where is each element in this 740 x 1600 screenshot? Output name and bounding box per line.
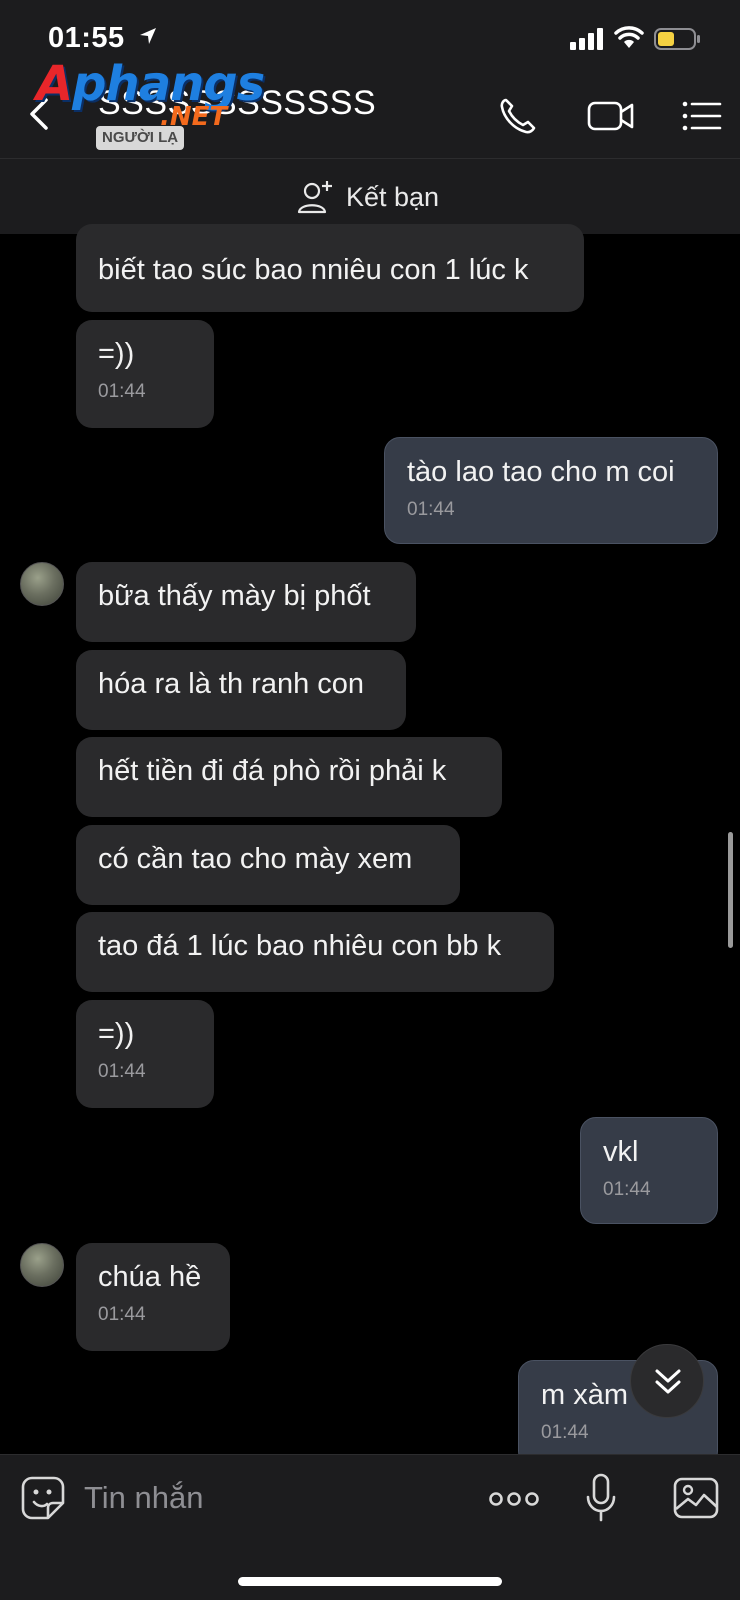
message-incoming[interactable]: =)) 01:44 [76,1000,214,1108]
microphone-icon[interactable] [584,1473,618,1523]
message-incoming[interactable]: biết tao súc bao nniêu con 1 lúc k [76,224,584,312]
wifi-icon [614,26,644,48]
signal-icon [570,28,603,50]
location-arrow-icon [140,28,156,44]
avatar[interactable] [20,562,64,606]
message-text: chúa hề [98,1261,202,1293]
message-text: hết tiền đi đá phò rồi phải k [98,755,447,787]
add-friend-bar[interactable]: Kết bạn [0,158,740,234]
scrollbar[interactable] [728,832,733,948]
add-friend-button[interactable]: Kết bạn [296,177,439,217]
double-chevron-down-icon [655,1369,681,1394]
message-incoming[interactable]: chúa hề 01:44 [76,1243,230,1351]
message-incoming[interactable]: bữa thấy mày bị phốt [76,562,416,642]
watermark-logo: Aphangs .NET [36,56,265,148]
message-input[interactable] [84,1473,464,1523]
message-time: 01:44 [541,1422,589,1443]
phone-icon[interactable] [496,94,540,138]
message-text: hóa ra là th ranh con [98,668,365,700]
message-text: tào lao tao cho m coi [407,456,675,488]
home-indicator [238,1577,502,1586]
message-time: 01:44 [407,499,455,520]
watermark-brand: Aphangs [36,56,265,112]
message-incoming[interactable]: =)) 01:44 [76,320,214,428]
message-text: vkl [603,1136,639,1168]
list-menu-icon[interactable] [680,94,724,138]
more-dots-icon[interactable] [488,1479,540,1519]
message-text: biết tao súc bao nniêu con 1 lúc k [98,254,529,286]
sticker-smile-icon[interactable] [20,1475,66,1521]
message-text: có cần tao cho mày xem [98,843,413,875]
watermark-suffix: .NET [160,102,228,132]
message-text: m xàm [541,1379,628,1411]
jump-to-latest-button[interactable] [630,1344,704,1418]
add-friend-label: Kết bạn [346,181,440,212]
message-incoming[interactable]: hóa ra là th ranh con [76,650,406,730]
message-text: tao đá 1 lúc bao nhiêu con bb k [98,930,502,962]
message-text: =)) [98,1018,135,1050]
message-time: 01:44 [98,1304,146,1325]
message-outgoing[interactable]: tào lao tao cho m coi 01:44 [384,437,718,544]
message-time: 01:44 [98,381,146,402]
message-incoming[interactable]: hết tiền đi đá phò rồi phải k [76,737,502,817]
status-time: 01:55 [48,22,125,54]
battery-icon [654,28,700,50]
message-input-bar [0,1454,740,1600]
message-text: bữa thấy mày bị phốt [98,580,371,612]
message-outgoing[interactable]: vkl 01:44 [580,1117,718,1224]
message-text: =)) [98,338,135,370]
avatar[interactable] [20,1243,64,1287]
video-camera-icon[interactable] [586,94,636,138]
message-time: 01:44 [603,1179,651,1200]
message-time: 01:44 [98,1061,146,1082]
message-incoming[interactable]: có cần tao cho mày xem [76,825,460,905]
message-incoming[interactable]: tao đá 1 lúc bao nhiêu con bb k [76,912,554,992]
add-user-icon [297,181,332,214]
image-icon[interactable] [672,1475,720,1521]
